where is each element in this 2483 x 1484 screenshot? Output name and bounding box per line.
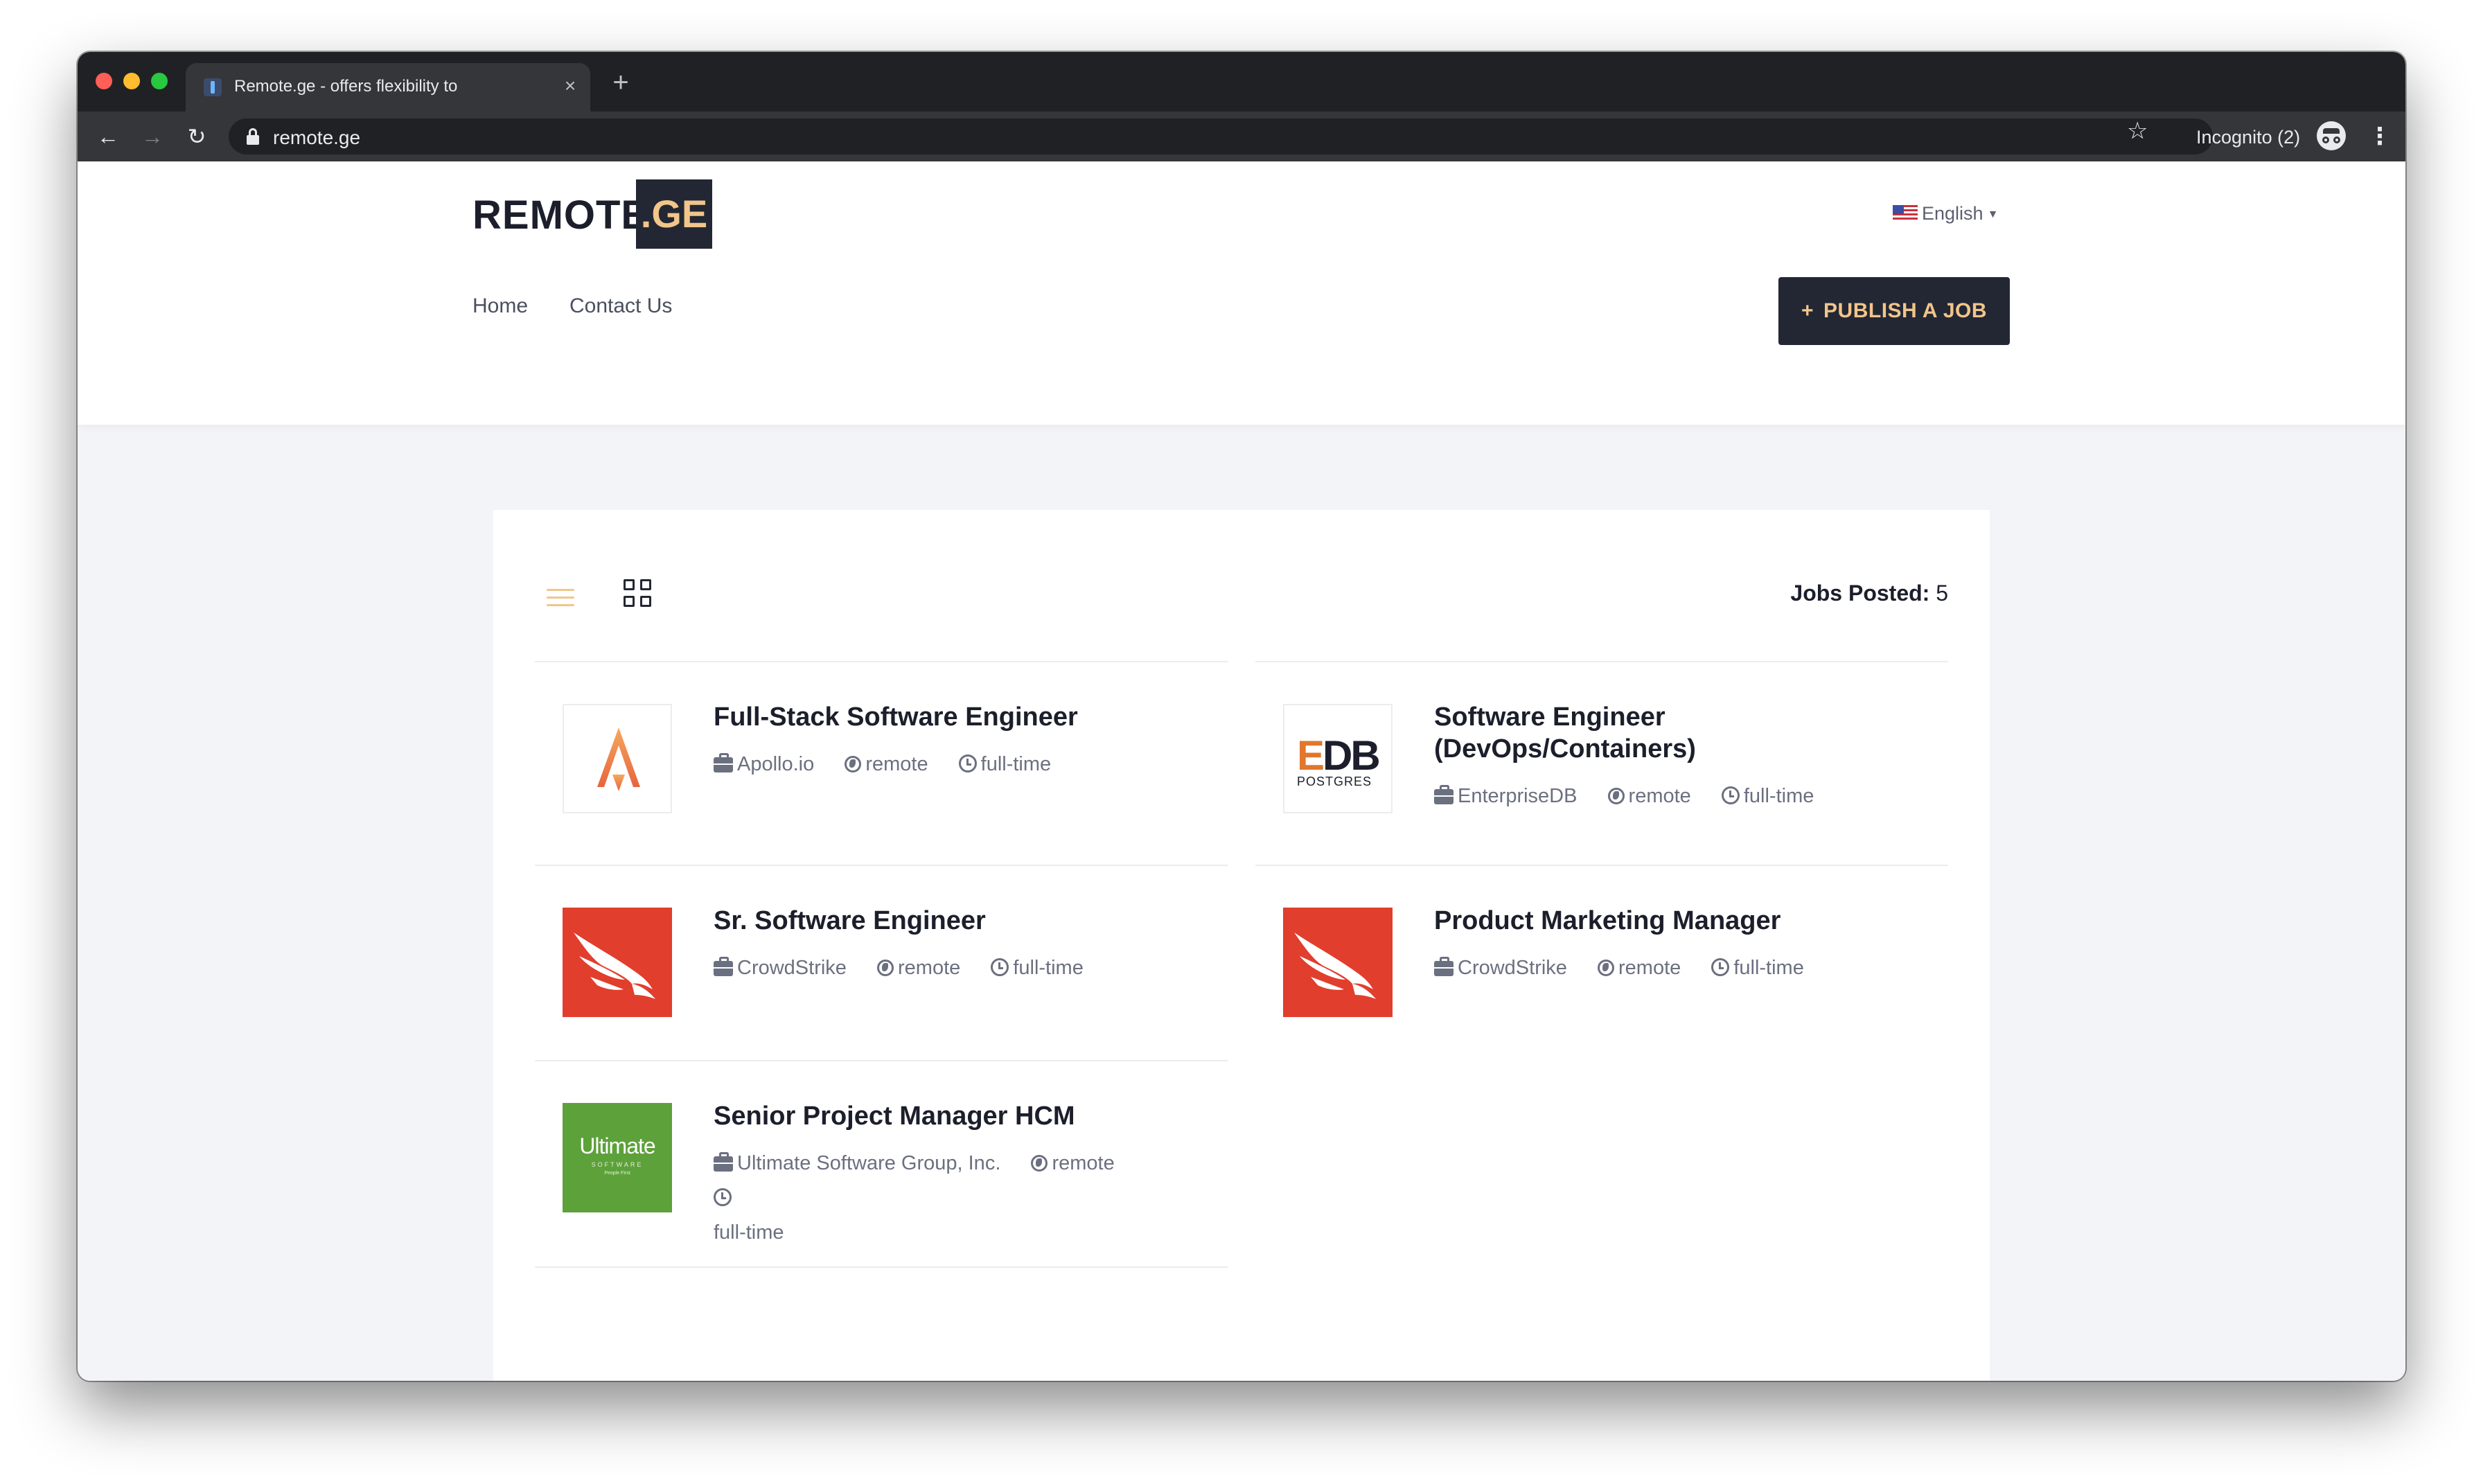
ultimate-software-logo[interactable]: Ultimate SOFTWARE People First xyxy=(563,1103,672,1212)
company-name: Ultimate Software Group, Inc. xyxy=(737,1152,1001,1174)
kebab-menu-icon[interactable]: ⋮ xyxy=(2368,123,2392,150)
jobs-posted-value: 5 xyxy=(1936,581,1948,606)
briefcase-icon xyxy=(1434,957,1453,976)
job-title[interactable]: Software Engineer (DevOps/Containers) xyxy=(1434,701,1919,765)
briefcase-icon xyxy=(1434,785,1453,804)
job-title[interactable]: Senior Project Manager HCM xyxy=(714,1100,1199,1132)
briefcase-icon xyxy=(714,957,733,976)
crowdstrike-logo[interactable] xyxy=(1283,908,1393,1017)
clock-icon xyxy=(1721,786,1740,804)
company-name: CrowdStrike xyxy=(737,957,847,979)
job-location: remote xyxy=(1618,957,1681,979)
apollo-logo[interactable] xyxy=(563,704,672,813)
company-name: Apollo.io xyxy=(737,753,815,775)
tab-bar: Remote.ge - offers flexibility to × + xyxy=(78,52,2405,112)
ultimate-sub: SOFTWARE xyxy=(591,1161,644,1168)
job-type: full-time xyxy=(1743,785,1814,807)
job-title[interactable]: Product Marketing Manager xyxy=(1434,905,1919,937)
job-type: full-time xyxy=(714,1221,784,1244)
jobs-posted-label: Jobs Posted: xyxy=(1790,581,1930,606)
globe-icon xyxy=(845,756,862,772)
briefcase-icon xyxy=(714,753,733,772)
forward-arrow-icon[interactable]: → xyxy=(139,123,166,150)
list-view-icon[interactable] xyxy=(547,585,574,610)
globe-icon xyxy=(1598,960,1614,976)
job-location: remote xyxy=(898,957,961,979)
globe-icon xyxy=(877,960,894,976)
reload-icon[interactable]: ↻ xyxy=(183,123,211,150)
job-type: full-time xyxy=(1013,957,1084,979)
lock-icon[interactable] xyxy=(247,128,259,145)
back-arrow-icon[interactable]: ← xyxy=(94,123,122,150)
incognito-label[interactable]: Incognito (2) xyxy=(2196,127,2300,148)
clock-icon xyxy=(991,958,1009,976)
browser-tab[interactable]: Remote.ge - offers flexibility to × xyxy=(186,63,590,112)
caret-down-icon: ▼ xyxy=(1987,209,1999,220)
job-card[interactable]: Sr. Software Engineer CrowdStrike remote… xyxy=(535,865,1228,1060)
job-card[interactable]: Ultimate SOFTWARE People First Senior Pr… xyxy=(535,1060,1228,1268)
edb-sub: POSTGRES xyxy=(1297,775,1372,788)
minimize-window-button[interactable] xyxy=(123,73,140,89)
job-location: remote xyxy=(1052,1152,1115,1174)
clock-icon xyxy=(1711,958,1730,976)
job-card[interactable]: EDB POSTGRES Software Engineer (DevOps/C… xyxy=(1255,661,1948,865)
incognito-icon[interactable] xyxy=(2317,121,2346,150)
job-type: full-time xyxy=(980,753,1052,775)
jobs-posted-count: Jobs Posted: 5 xyxy=(1790,581,1948,606)
job-title[interactable]: Full-Stack Software Engineer xyxy=(714,701,1199,733)
ultimate-tagline: People First xyxy=(604,1171,630,1176)
job-location: remote xyxy=(865,753,928,775)
page: REMOTE .GE English ▼ Home Contact Us + PUB… xyxy=(78,161,2405,1381)
company-name: CrowdStrike xyxy=(1458,957,1567,979)
globe-icon xyxy=(1031,1155,1048,1172)
maximize-window-button[interactable] xyxy=(151,73,168,89)
language-selector[interactable]: English ▼ xyxy=(1893,203,1998,224)
edb-mark: EDB xyxy=(1297,732,1381,779)
job-meta: EnterpriseDB remote full-time xyxy=(1434,779,1919,813)
logo-text: REMOTE xyxy=(472,193,649,238)
tab-title: Remote.ge - offers flexibility to xyxy=(234,77,458,96)
browser-window: Remote.ge - offers flexibility to × + ← … xyxy=(78,52,2405,1381)
job-meta: Ultimate Software Group, Inc. remote ful… xyxy=(714,1146,1212,1250)
clock-icon xyxy=(714,1188,732,1206)
briefcase-icon xyxy=(714,1152,733,1172)
favicon-icon xyxy=(204,78,222,96)
publish-label: PUBLISH A JOB xyxy=(1823,299,1987,322)
browser-toolbar: ← → ↻ remote.ge ☆ Incognito (2) ⋮ xyxy=(78,112,2405,161)
plus-icon: + xyxy=(1801,299,1814,322)
edb-postgres-logo[interactable]: EDB POSTGRES xyxy=(1283,704,1393,813)
new-tab-button[interactable]: + xyxy=(607,69,635,96)
job-meta: Apollo.io remote full-time xyxy=(714,747,1199,781)
logo-badge: .GE xyxy=(636,179,712,249)
job-card[interactable]: Full-Stack Software Engineer Apollo.io r… xyxy=(535,661,1228,865)
address-bar[interactable]: remote.ge xyxy=(229,118,2213,154)
job-title[interactable]: Sr. Software Engineer xyxy=(714,905,1199,937)
clock-icon xyxy=(958,754,977,772)
job-meta: CrowdStrike remote full-time xyxy=(1434,951,1919,985)
job-card[interactable]: Product Marketing Manager CrowdStrike re… xyxy=(1255,865,1948,1060)
tab-close-icon[interactable]: × xyxy=(560,76,581,96)
site-header: REMOTE .GE English ▼ Home Contact Us + PUB… xyxy=(78,161,2405,425)
jobs-card: Jobs Posted: 5 Full-Stack Software Engin… xyxy=(493,510,1990,1381)
crowdstrike-logo[interactable] xyxy=(563,908,672,1017)
url-text[interactable]: remote.ge xyxy=(273,127,360,149)
grid-view-icon[interactable] xyxy=(624,579,653,608)
bookmark-star-icon[interactable]: ☆ xyxy=(2127,117,2148,145)
company-name: EnterpriseDB xyxy=(1458,785,1578,807)
close-window-button[interactable] xyxy=(96,73,112,89)
job-location: remote xyxy=(1628,785,1691,807)
job-meta: CrowdStrike remote full-time xyxy=(714,951,1199,985)
ultimate-mark: Ultimate xyxy=(579,1133,655,1158)
nav-contact-us[interactable]: Contact Us xyxy=(569,294,672,318)
job-type: full-time xyxy=(1733,957,1804,979)
globe-icon xyxy=(1607,788,1625,804)
language-label: English xyxy=(1922,203,1983,224)
nav-home[interactable]: Home xyxy=(472,294,528,318)
publish-job-button[interactable]: + PUBLISH A JOB xyxy=(1778,277,2010,345)
us-flag-icon xyxy=(1893,205,1918,222)
